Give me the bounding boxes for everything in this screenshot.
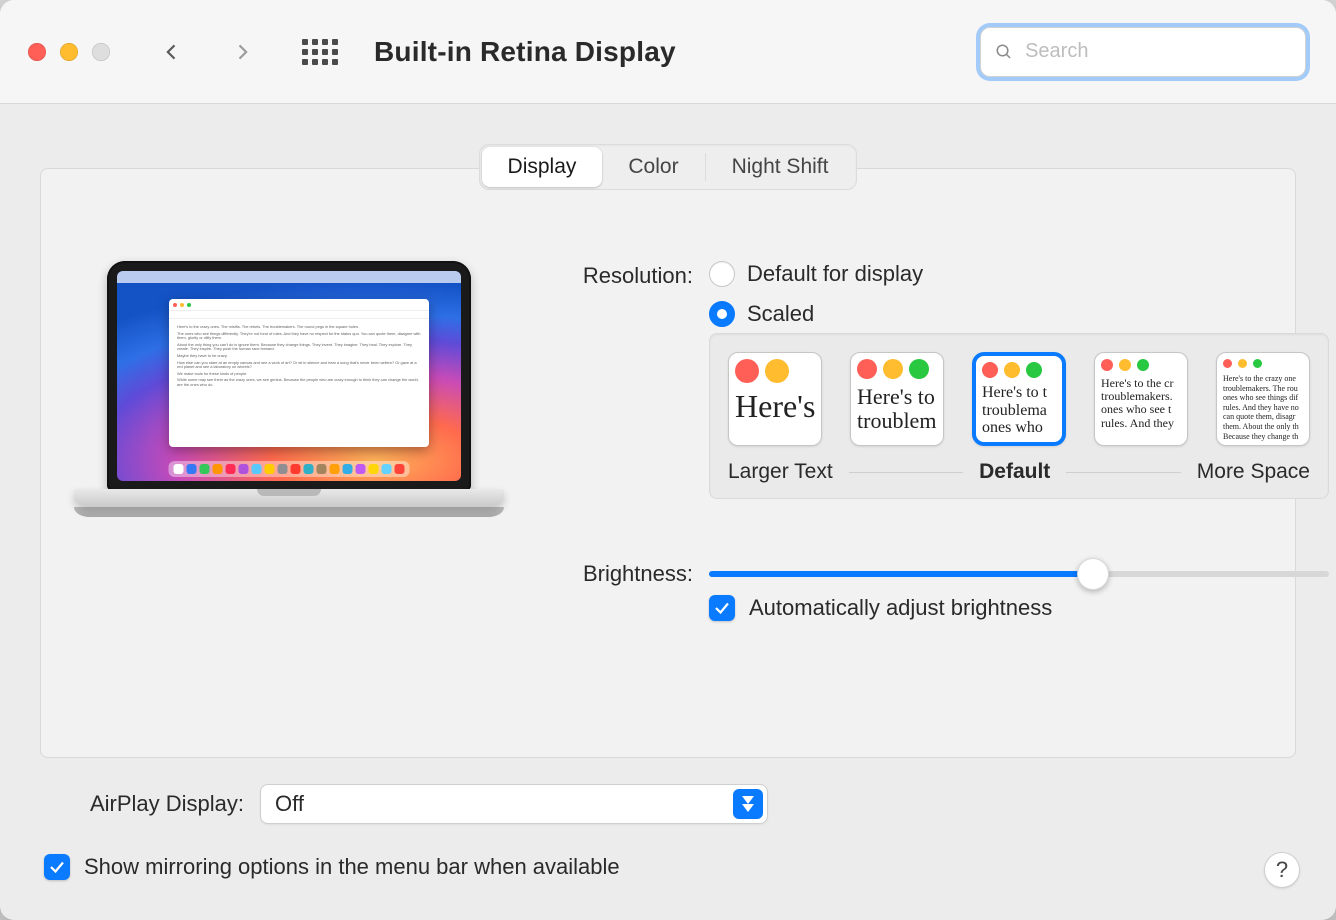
brightness-slider[interactable] — [709, 571, 1329, 577]
settings-column: Resolution: Default for display Scaled — [539, 261, 1329, 757]
checkmark-icon — [713, 599, 731, 617]
airplay-select[interactable]: Off — [260, 784, 768, 824]
resolution-label: Resolution: — [539, 261, 693, 289]
checkbox-box — [709, 595, 735, 621]
search-icon — [995, 42, 1013, 62]
radio-scaled[interactable]: Scaled — [709, 301, 1329, 327]
grid-icon — [302, 39, 338, 65]
prefpane-window: Built-in Retina Display Display Color Ni… — [0, 0, 1336, 920]
brightness-slider-knob[interactable] — [1077, 558, 1109, 590]
radio-dot — [709, 261, 735, 287]
brightness-row: Brightness: Automatically adjust brightn… — [539, 559, 1329, 621]
scale-option-3[interactable]: Here's to the cr troublemakers. ones who… — [1094, 352, 1188, 446]
desktop-preview: Here's to the crazy ones. The misfits. T… — [117, 271, 461, 481]
sample-document-window: Here's to the crazy ones. The misfits. T… — [169, 299, 429, 447]
search-field[interactable] — [980, 27, 1306, 77]
pane-title: Built-in Retina Display — [374, 36, 676, 68]
display-panel: Here's to the crazy ones. The misfits. T… — [40, 168, 1296, 758]
back-button[interactable] — [150, 30, 194, 74]
help-button[interactable]: ? — [1264, 852, 1300, 888]
scale-preview-text: Here's to troublem — [851, 385, 943, 437]
nav-group — [150, 30, 264, 74]
resolution-scale-box: Here's Here's to troublem Here's to t tr… — [709, 333, 1329, 499]
tab-color[interactable]: Color — [602, 147, 704, 187]
scale-label-right: More Space — [1197, 460, 1310, 484]
chevron-right-icon — [232, 42, 252, 62]
bottom-controls: AirPlay Display: Off Show mirroring opti… — [0, 758, 1336, 880]
radio-label: Default for display — [747, 261, 923, 287]
airplay-value: Off — [275, 791, 304, 817]
mirroring-label: Show mirroring options in the menu bar w… — [84, 854, 620, 880]
select-stepper-icon — [733, 789, 763, 819]
mirroring-checkbox[interactable]: Show mirroring options in the menu bar w… — [44, 854, 1292, 880]
radio-label: Scaled — [747, 301, 814, 327]
close-window-button[interactable] — [28, 43, 46, 61]
scale-option-1[interactable]: Here's to troublem — [850, 352, 944, 446]
chevron-left-icon — [162, 42, 182, 62]
auto-brightness-checkbox[interactable]: Automatically adjust brightness — [709, 595, 1329, 621]
tab-night-shift[interactable]: Night Shift — [706, 147, 855, 187]
scale-labels: Larger Text Default More Space — [728, 460, 1310, 484]
scale-label-left: Larger Text — [728, 460, 833, 484]
scale-label-default: Default — [979, 460, 1050, 484]
laptop-preview: Here's to the crazy ones. The misfits. T… — [79, 261, 499, 757]
scale-preview-text: Here's — [729, 389, 821, 428]
tab-display[interactable]: Display — [482, 147, 603, 187]
checkbox-box — [44, 854, 70, 880]
scale-preview-text: Here's to the crazy one troublemakers. T… — [1217, 374, 1309, 445]
window-traffic-lights — [28, 43, 110, 61]
scale-preview-text: Here's to t troublema ones who — [976, 384, 1062, 441]
minimize-window-button[interactable] — [60, 43, 78, 61]
resolution-row: Resolution: Default for display Scaled — [539, 261, 1329, 499]
auto-brightness-label: Automatically adjust brightness — [749, 595, 1052, 621]
forward-button[interactable] — [220, 30, 264, 74]
zoom-window-button — [92, 43, 110, 61]
show-all-prefs-button[interactable] — [302, 39, 338, 65]
airplay-row: AirPlay Display: Off — [44, 784, 1292, 824]
brightness-label: Brightness: — [539, 559, 693, 587]
radio-dot — [709, 301, 735, 327]
pane-tabs: Display Color Night Shift — [479, 144, 858, 190]
toolbar: Built-in Retina Display — [0, 0, 1336, 104]
dock-preview — [169, 461, 410, 477]
scale-preview-text: Here's to the cr troublemakers. ones who… — [1095, 377, 1187, 434]
scale-option-0[interactable]: Here's — [728, 352, 822, 446]
scale-option-2-selected[interactable]: Here's to t troublema ones who — [972, 352, 1066, 446]
radio-default-for-display[interactable]: Default for display — [709, 261, 1329, 287]
search-input[interactable] — [1023, 39, 1291, 64]
scale-option-4[interactable]: Here's to the crazy one troublemakers. T… — [1216, 352, 1310, 446]
airplay-label: AirPlay Display: — [44, 791, 244, 817]
checkmark-icon — [48, 858, 66, 876]
